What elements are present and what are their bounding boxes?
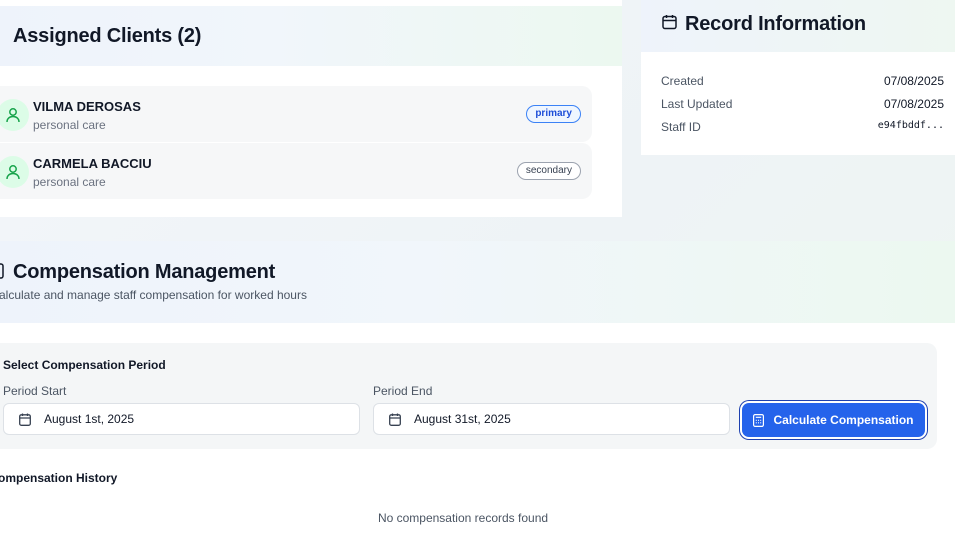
compensation-header: Compensation Management alculate and man… — [0, 241, 955, 323]
record-value: 07/08/2025 — [883, 97, 944, 111]
record-information-title: Record Information — [685, 13, 866, 35]
period-start-date-picker[interactable]: August 1st, 2025 — [3, 403, 360, 435]
compensation-history-heading: ompensation History — [0, 471, 118, 485]
calculate-compensation-button[interactable]: Calculate Compensation — [742, 403, 925, 437]
assigned-clients-header: Assigned Clients (2) — [0, 6, 622, 66]
compensation-management-card: Compensation Management alculate and man… — [0, 241, 955, 546]
period-start-label: Period Start — [3, 384, 67, 398]
empty-state-message: No compensation records found — [377, 511, 549, 525]
calculate-compensation-label: Calculate Compensation — [773, 413, 914, 427]
compensation-subtitle: alculate and manage staff compensation f… — [0, 288, 307, 302]
period-end-date-picker[interactable]: August 31st, 2025 — [373, 403, 730, 435]
client-service: personal care — [33, 118, 106, 132]
client-role-badge: primary — [526, 105, 581, 123]
staff-id-value: e94fbddf... — [877, 120, 944, 131]
period-start-value: August 1st, 2025 — [44, 412, 135, 426]
client-service: personal care — [33, 175, 106, 189]
period-end-value: August 31st, 2025 — [414, 412, 511, 426]
avatar — [0, 99, 29, 131]
user-icon — [6, 108, 20, 123]
period-heading: Select Compensation Period — [3, 358, 166, 372]
calculator-icon — [753, 413, 765, 427]
avatar — [0, 156, 29, 188]
client-list-item[interactable]: CARMELA BACCIU personal care secondary — [0, 143, 592, 199]
assigned-clients-card: Assigned Clients (2) VILMA DEROSAS perso… — [0, 0, 622, 217]
client-role-badge: secondary — [516, 162, 581, 180]
record-information-header: Record Information — [641, 0, 955, 52]
period-end-label: Period End — [373, 384, 433, 398]
calculator-icon — [0, 263, 6, 279]
users-icon — [0, 26, 8, 44]
calendar-icon — [662, 14, 677, 30]
compensation-title: Compensation Management — [13, 261, 276, 283]
record-label: Last Updated — [661, 97, 733, 111]
record-value: 07/08/2025 — [883, 74, 944, 88]
client-name: VILMA DEROSAS — [33, 99, 141, 114]
client-name: CARMELA BACCIU — [33, 156, 152, 171]
calendar-icon — [19, 413, 31, 426]
compensation-period-panel: Select Compensation Period Period Start … — [0, 343, 937, 449]
record-label: Created — [661, 74, 704, 88]
record-information-card: Record Information Created 07/08/2025 La… — [641, 0, 955, 155]
record-row-last-updated: Last Updated 07/08/2025 — [661, 97, 944, 111]
record-row-staff-id: Staff ID e94fbddf... — [661, 120, 944, 134]
user-icon — [6, 165, 20, 180]
calendar-icon — [389, 413, 401, 426]
client-list-item[interactable]: VILMA DEROSAS personal care primary — [0, 86, 592, 142]
record-row-created: Created 07/08/2025 — [661, 74, 944, 88]
assigned-clients-title: Assigned Clients (2) — [13, 25, 202, 47]
record-label: Staff ID — [661, 120, 701, 134]
